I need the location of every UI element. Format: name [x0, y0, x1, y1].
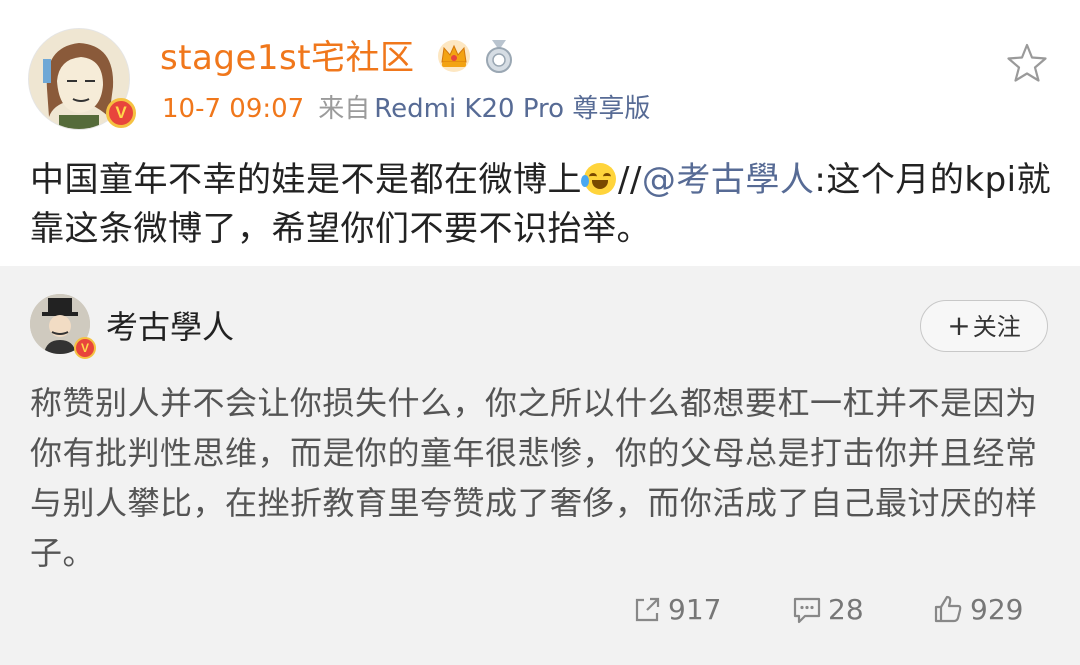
follow-label: 关注	[972, 313, 1021, 341]
user-avatar[interactable]: V	[28, 28, 136, 134]
repost-action[interactable]: 917	[632, 590, 721, 630]
like-action[interactable]: 929	[932, 590, 1023, 630]
source-device[interactable]: Redmi K20 Pro 尊享版	[374, 94, 650, 124]
like-count: 929	[970, 593, 1024, 626]
follow-button[interactable]: +关注	[920, 300, 1048, 352]
post-time: 10-7 09:07	[162, 94, 305, 124]
mention-link[interactable]: @考古學人	[642, 160, 815, 200]
share-icon	[635, 597, 660, 622]
repost-separator: //	[618, 160, 642, 200]
repost-avatar[interactable]: V	[30, 294, 96, 359]
post-header: V stage1st宅社区 10-7 09:07 来自 Redmi K20 Pro …	[0, 0, 1080, 150]
star-outline-icon[interactable]	[1006, 42, 1048, 84]
repost-username[interactable]: 考古學人	[106, 306, 234, 348]
repost-verified-badge: V	[74, 337, 96, 359]
laugh-cry-emoji	[581, 163, 616, 195]
post-text-part1: 中国童年不幸的娃是不是都在微博上	[30, 160, 582, 200]
repost-card[interactable]: V 考古學人 +关注 称赞别人并不会让你损失什么，你之所以什么都想要杠一杠并不是…	[0, 266, 1080, 665]
thumbs-up-icon	[934, 595, 962, 623]
source-prefix: 来自	[318, 94, 371, 124]
repost-text: 称赞别人并不会让你损失什么，你之所以什么都想要杠一杠并不是因为你有批判性思维，而…	[30, 384, 1038, 572]
plus-icon: +	[947, 309, 971, 342]
post-meta: 10-7 09:07 来自 Redmi K20 Pro 尊享版	[162, 92, 650, 126]
crown-badge-icon[interactable]	[436, 38, 472, 74]
comment-action[interactable]: 28	[792, 590, 864, 630]
post-username[interactable]: stage1st宅社区	[160, 36, 415, 80]
medal-badge-icon[interactable]	[482, 38, 516, 74]
post-body: 中国童年不幸的娃是不是都在微博上//@考古學人:这个月的kpi就靠这条微博了，希…	[30, 156, 1060, 254]
comment-count: 28	[828, 593, 864, 626]
verified-badge: V	[106, 98, 136, 128]
repost-count: 917	[668, 593, 722, 626]
comment-icon	[793, 597, 821, 624]
